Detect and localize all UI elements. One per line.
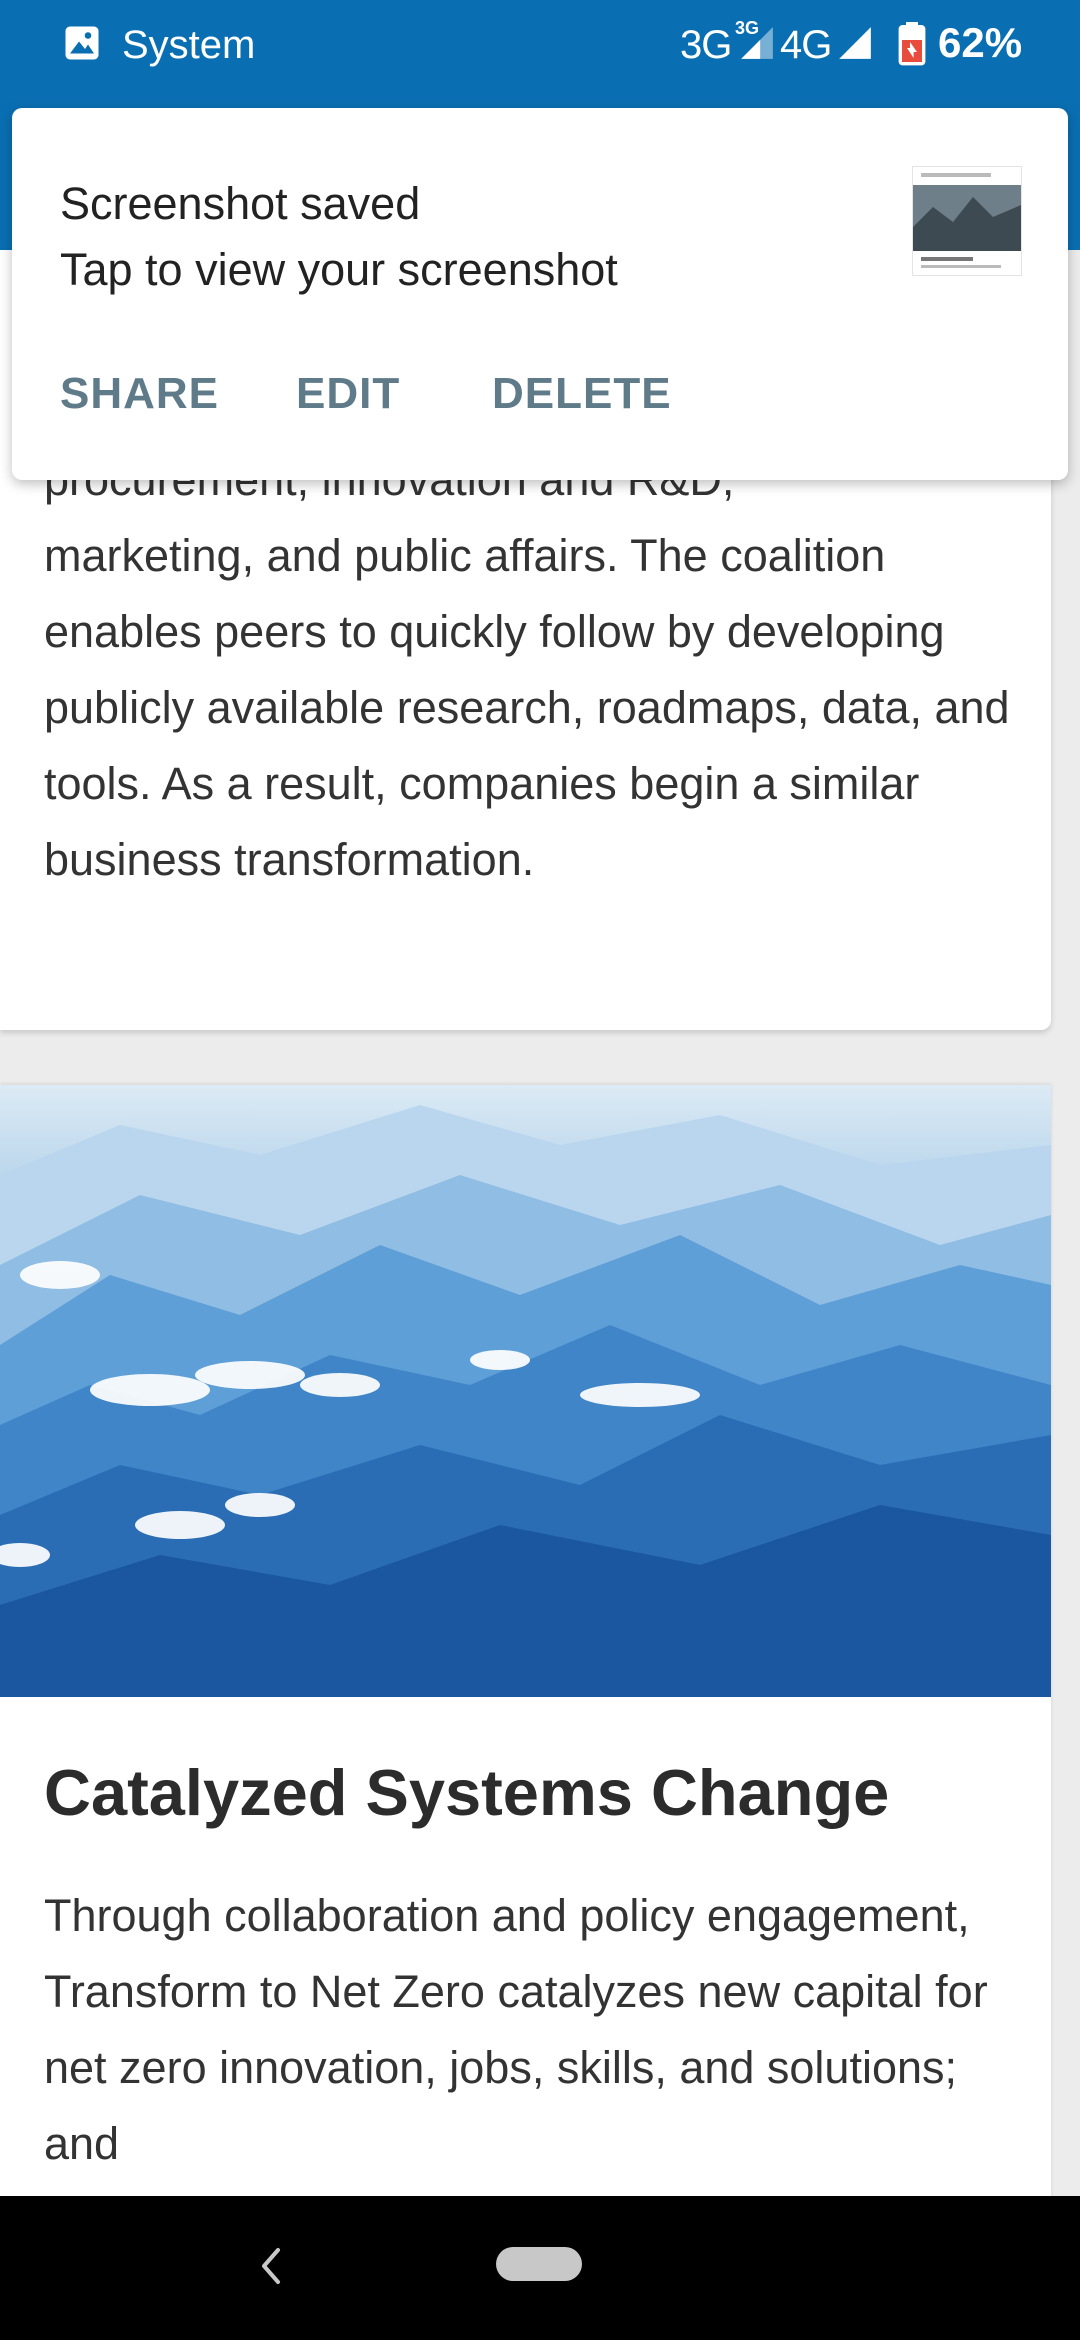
image-icon: [65, 26, 99, 60]
share-button[interactable]: SHARE: [60, 364, 219, 424]
section-title: Catalyzed Systems Change: [44, 1756, 890, 1829]
battery-percentage: 62%: [938, 19, 1023, 66]
signal-icon: [839, 27, 871, 59]
signal-icon: [741, 27, 773, 59]
screenshot-thumbnail[interactable]: [912, 166, 1022, 276]
home-icon[interactable]: [496, 2247, 582, 2281]
screenshot-notification[interactable]: Screenshot saved Tap to view your screen…: [12, 108, 1068, 480]
thumbnail-image: [913, 167, 1021, 275]
mountains-image: [0, 1085, 1051, 1697]
back-icon[interactable]: [256, 2244, 286, 2288]
network-4g-label: 4G: [780, 23, 832, 67]
card-body-text: Through collaboration and policy engagem…: [44, 1890, 988, 2169]
edit-button[interactable]: EDIT: [296, 364, 400, 424]
notification-text: Tap to view your screenshot: [60, 244, 618, 295]
network-3g-label: 3G: [680, 23, 732, 67]
content-card: Catalyzed Systems Change Through collabo…: [0, 1085, 1051, 2340]
notification-title: Screenshot saved: [60, 178, 421, 229]
navigation-bar: [0, 2196, 1080, 2340]
battery-icon: [898, 22, 926, 66]
notification-app-name: System: [122, 23, 256, 67]
status-bar: System 3G 3G 4G 62%: [0, 0, 1080, 90]
delete-button[interactable]: DELETE: [492, 364, 672, 424]
card-body-text: marketing, and public affairs. The coali…: [44, 530, 1010, 885]
